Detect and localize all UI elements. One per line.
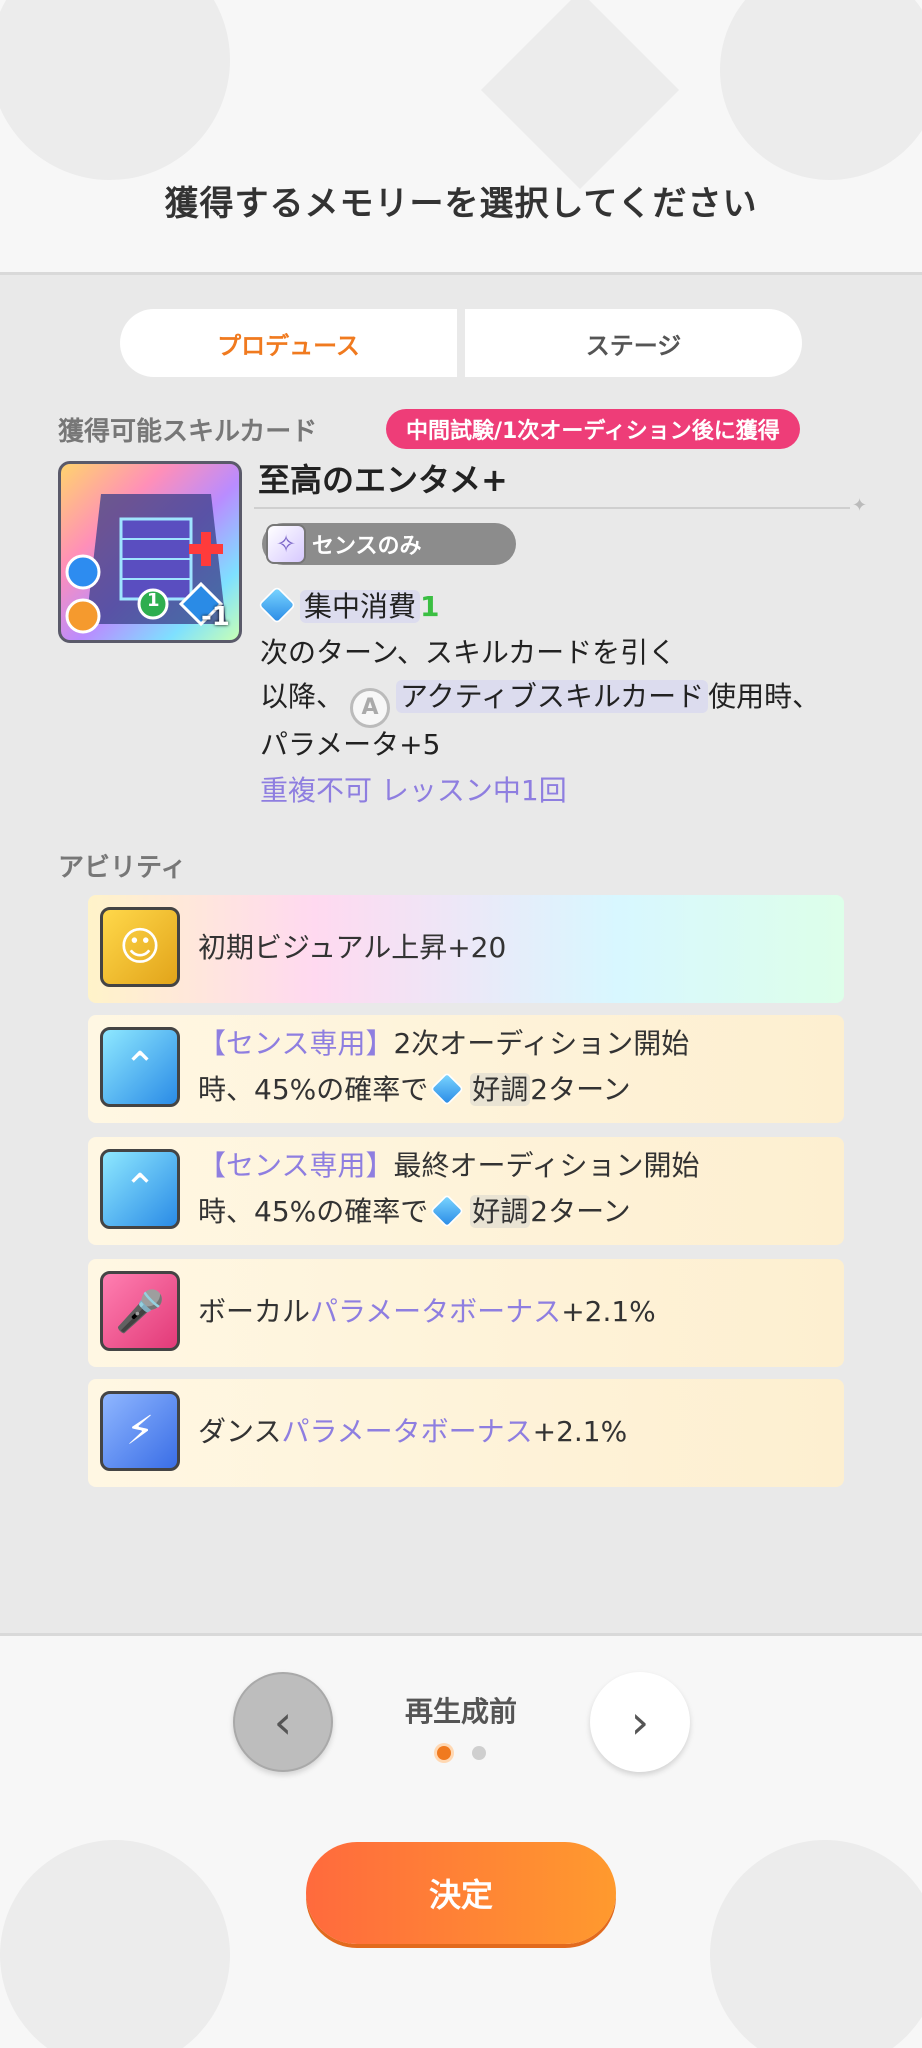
page-label: 再生成前	[404, 1695, 517, 1728]
sense-only-tag: 【センス専用】	[198, 1027, 394, 1060]
skill-section-label: 獲得可能スキルカード	[58, 417, 318, 447]
active-card-keyword: アクティブスキルカード	[396, 680, 709, 713]
ability-line-2-post: 2ターン	[530, 1073, 631, 1106]
ability-post: +2.1%	[561, 1295, 656, 1328]
ability-pre: ボーカル	[198, 1295, 311, 1328]
effect-line-3-pre: 以降、	[260, 680, 345, 713]
concentration-label: 集中消費	[300, 590, 421, 623]
ability-pre: ダンス	[198, 1415, 282, 1448]
page-indicator-inactive[interactable]	[472, 1746, 486, 1760]
concentration-icon	[257, 585, 297, 625]
acquire-timing-badge: 中間試験/1次オーディション後に獲得	[386, 409, 800, 449]
visual-up-icon: ☺	[100, 907, 180, 987]
confirm-button[interactable]: 決定	[306, 1842, 616, 1944]
effect-line-3: 以降、 A アクティブスキルカード 使用時、	[260, 675, 820, 728]
plan-badge-label: センスのみ	[312, 534, 422, 559]
tab-stage[interactable]: ステージ	[465, 309, 802, 377]
good-condition-icon	[430, 1194, 465, 1228]
effect-line-3-post: 使用時、	[708, 680, 821, 713]
active-card-icon: A	[350, 687, 391, 728]
plan-badge: ✧ センスのみ	[262, 523, 516, 565]
footer: ‹ 再生成前 › 決定	[0, 1636, 922, 2048]
next-button[interactable]: ›	[590, 1672, 690, 1772]
ability-post: +2.1%	[532, 1415, 628, 1448]
sense-icon: ⌃	[100, 1149, 180, 1229]
selection-panel: プロデュース ステージ 獲得可能スキルカード 中間試験/1次オーディション後に獲…	[0, 272, 922, 1636]
ability-item: ⚡ ダンスパラメータボーナス+2.1%	[88, 1379, 844, 1487]
card-level-label: 1	[147, 590, 160, 611]
tab-produce[interactable]: プロデュース	[120, 309, 457, 377]
ability-line-2-pre: 時、45%の確率で	[198, 1073, 429, 1106]
sense-only-tag: 【センス専用】	[198, 1149, 394, 1182]
effect-line-4: パラメータ+5	[260, 728, 441, 761]
divider	[254, 507, 850, 509]
ability-item: ⌃ 【センス専用】最終オーディション開始 時、45%の確率で 好調2ターン	[88, 1137, 844, 1245]
effect-line-5: 重複不可 レッスン中1回	[260, 774, 567, 807]
ability-line-1: 最終オーディション開始	[393, 1149, 700, 1182]
ability-accent: パラメータボーナス	[281, 1415, 533, 1448]
sparkle-icon: ✦	[852, 495, 868, 516]
effect-line-1: 集中消費 1	[257, 585, 440, 625]
header: 獲得するメモリーを選択してください	[0, 0, 922, 272]
sense-icon: ⌃	[100, 1027, 180, 1107]
tab-bar: プロデュース ステージ	[120, 309, 802, 377]
ability-text: ボーカルパラメータボーナス+2.1%	[198, 1289, 656, 1335]
dance-icon: ⚡	[100, 1391, 180, 1471]
ability-text: 【センス専用】最終オーディション開始 時、45%の確率で 好調2ターン	[198, 1143, 700, 1235]
page-indicator-active[interactable]	[437, 1746, 451, 1760]
good-condition-keyword: 好調	[470, 1195, 531, 1228]
effect-line-2: 次のターン、スキルカードを引く	[260, 636, 677, 669]
ability-item: 🎤 ボーカルパラメータボーナス+2.1%	[88, 1259, 844, 1367]
ability-item: ⌃ 【センス専用】2次オーディション開始 時、45%の確率で 好調2ターン	[88, 1015, 844, 1123]
ability-section-label: アビリティ	[58, 853, 187, 883]
good-condition-keyword: 好調	[470, 1073, 531, 1106]
ability-line-2-pre: 時、45%の確率で	[198, 1195, 429, 1228]
good-condition-icon	[430, 1072, 465, 1106]
ability-line-2-post: 2ターン	[530, 1195, 631, 1228]
sense-plan-icon: ✧	[266, 524, 306, 564]
ability-text: 初期ビジュアル上昇+20	[198, 931, 507, 964]
ability-accent: パラメータボーナス	[310, 1295, 562, 1328]
page-title: 獲得するメモリーを選択してください	[164, 184, 758, 224]
skill-card-name: 至高のエンタメ+	[258, 461, 508, 499]
ability-text: ダンスパラメータボーナス+2.1%	[198, 1409, 627, 1455]
concentration-value: 1	[420, 590, 440, 623]
card-cost-label: -1	[201, 602, 230, 632]
chevron-right-icon: ›	[630, 1695, 650, 1749]
ability-line-1: 2次オーディション開始	[393, 1027, 690, 1060]
ability-item: ☺ 初期ビジュアル上昇+20	[88, 895, 844, 1003]
skill-card-art[interactable]: 1 -1	[58, 461, 242, 643]
ability-text: 【センス専用】2次オーディション開始 時、45%の確率で 好調2ターン	[198, 1021, 689, 1113]
mic-icon: 🎤	[100, 1271, 180, 1351]
